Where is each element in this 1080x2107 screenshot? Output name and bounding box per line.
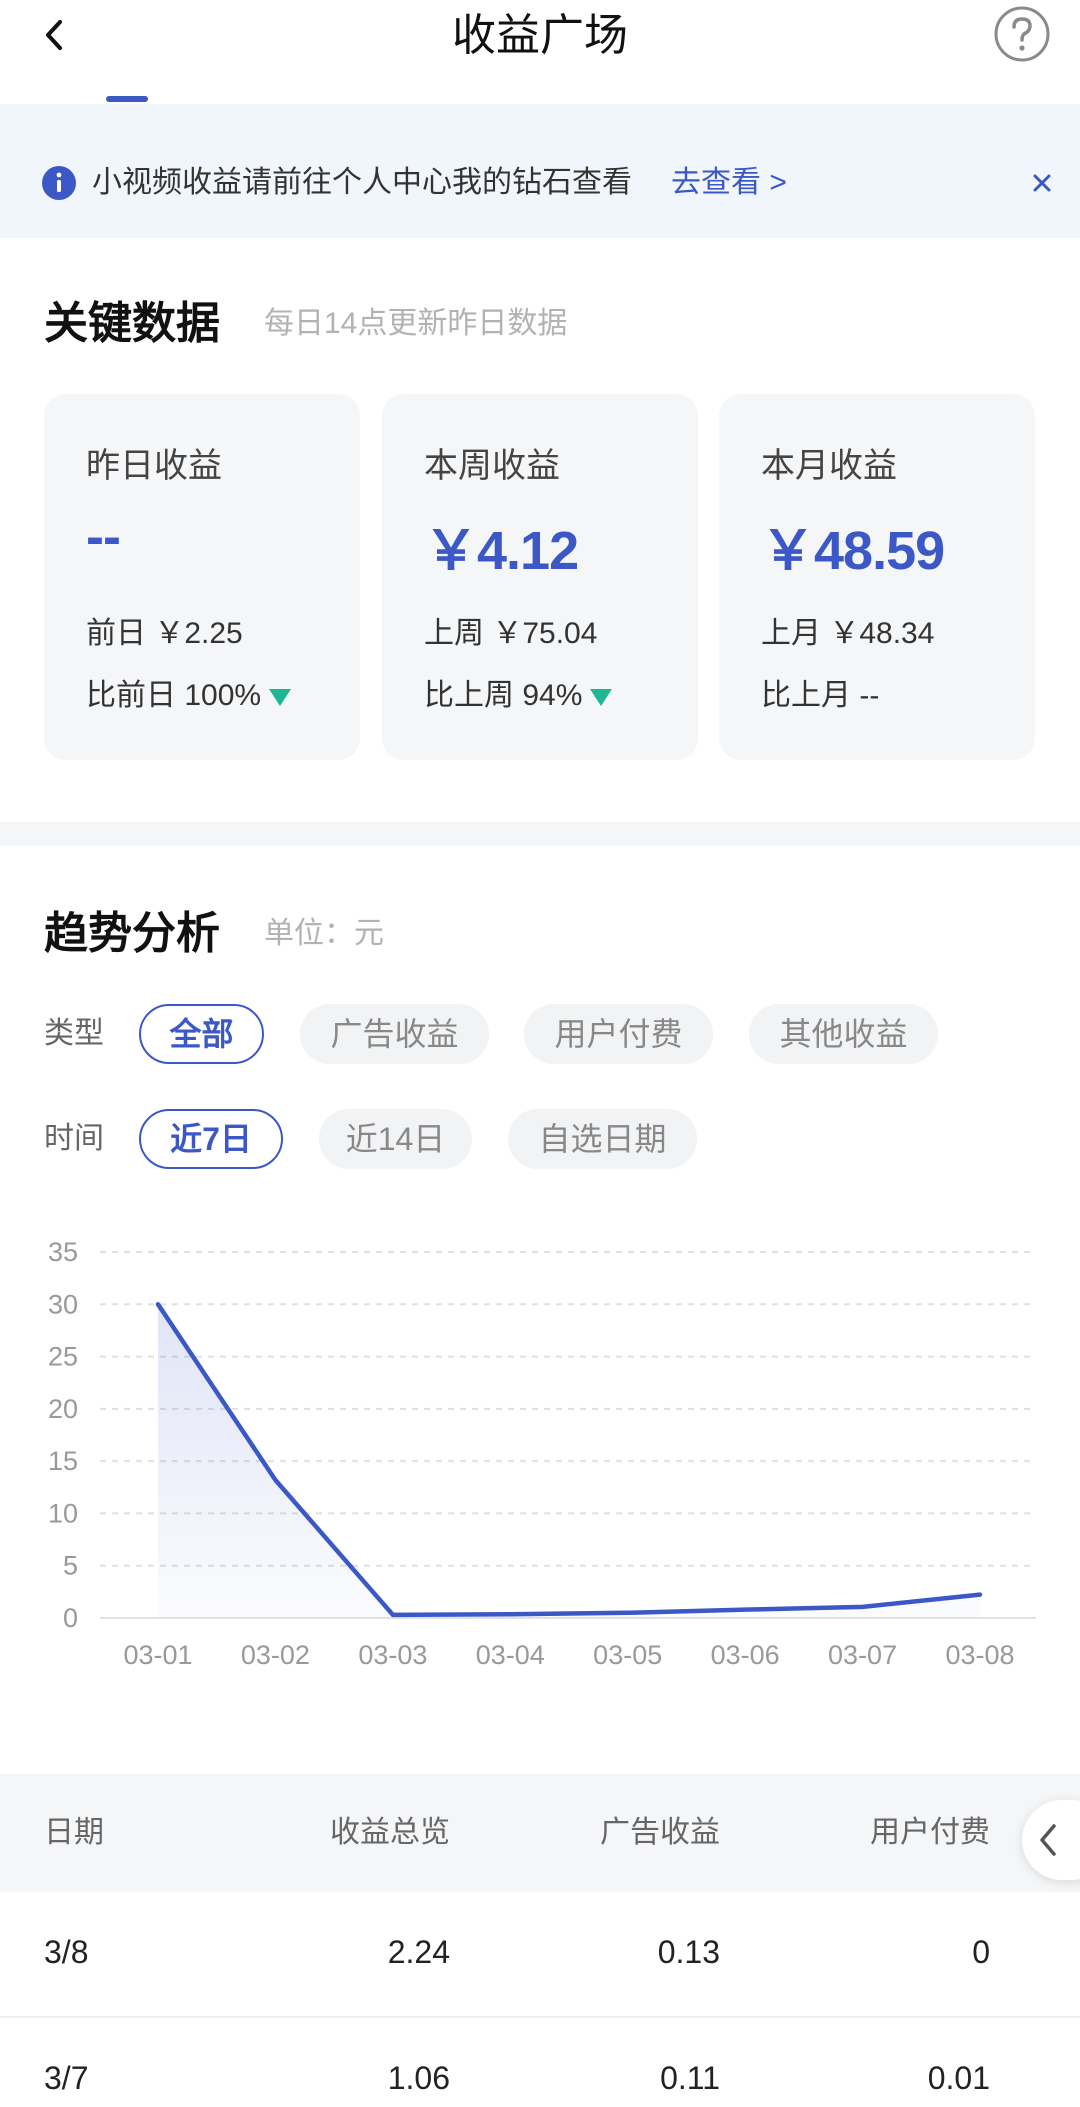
y-tick-label: 15: [48, 1446, 78, 1476]
x-tick-label: 03-02: [241, 1640, 310, 1670]
page-title: 收益广场: [452, 11, 628, 60]
chip-time-7d[interactable]: 近7日: [139, 1109, 283, 1169]
x-tick-label: 03-08: [945, 1640, 1014, 1670]
cell-user-pay: 0: [972, 1934, 990, 1970]
notice-text: 小视频收益请前往个人中心我的钻石查看: [92, 166, 632, 199]
chip-type-other[interactable]: 其他收益: [749, 1004, 938, 1064]
close-icon[interactable]: [1031, 172, 1053, 194]
y-tick-label: 0: [63, 1603, 78, 1633]
y-tick-label: 10: [48, 1498, 78, 1528]
y-tick-label: 35: [48, 1237, 78, 1267]
card-label: 本月收益: [761, 447, 897, 485]
card-label: 本周收益: [424, 447, 560, 485]
card-label: 昨日收益: [86, 447, 222, 485]
card-yesterday[interactable]: 昨日收益 -- 前日 ￥2.25 比前日 100%: [44, 394, 360, 760]
tab-indicator: [106, 96, 148, 102]
col-header-user-pay: 用户付费: [870, 1816, 990, 1849]
y-tick-label: 20: [48, 1394, 78, 1424]
card-value: ￥4.12: [424, 521, 579, 581]
card-value: --: [86, 507, 121, 567]
card-month[interactable]: 本月收益 ￥48.59 上月 ￥48.34 比上月 --: [719, 394, 1035, 760]
x-tick-label: 03-03: [358, 1640, 427, 1670]
trend-line-chart[interactable]: 0 5 10 15 20 25 30 35 03-01 03-02 03-03 03-04 03-05 0…: [0, 1220, 1080, 1680]
cell-total: 2.24: [387, 1934, 450, 1970]
key-data-title: 关键数据: [44, 299, 220, 348]
chip-type-user-pay[interactable]: 用户付费: [524, 1004, 713, 1064]
card-compare: 比前日 100%: [86, 670, 292, 714]
compare-value: 94%: [522, 679, 583, 712]
y-tick-label: 30: [48, 1289, 78, 1319]
x-tick-label: 03-07: [828, 1640, 897, 1670]
card-prev: 上月 ￥48.34: [761, 617, 935, 650]
card-week[interactable]: 本周收益 ￥4.12 上周 ￥75.04 比上周 94%: [382, 394, 698, 760]
y-tick-label: 5: [63, 1551, 78, 1581]
x-tick-label: 03-04: [476, 1640, 545, 1670]
col-header-date: 日期: [44, 1816, 104, 1849]
col-header-total: 收益总览: [330, 1816, 450, 1849]
col-header-ad: 广告收益: [600, 1816, 720, 1849]
compare-label: 比上周: [424, 679, 514, 712]
y-tick-label: 25: [48, 1342, 78, 1372]
card-prev: 前日 ￥2.25: [86, 617, 243, 650]
help-icon[interactable]: [993, 5, 1051, 63]
key-data-subtitle: 每日14点更新昨日数据: [264, 307, 568, 340]
compare-value: --: [859, 679, 880, 712]
row-divider: [0, 2016, 1080, 2018]
info-icon: [42, 166, 76, 200]
type-label: 类型: [44, 1017, 104, 1050]
card-value: ￥48.59: [761, 521, 945, 581]
chip-time-custom[interactable]: 自选日期: [508, 1109, 697, 1169]
x-tick-label: 03-06: [711, 1640, 780, 1670]
section-divider: [0, 822, 1080, 846]
trend-title: 趋势分析: [44, 909, 220, 958]
chip-type-ad[interactable]: 广告收益: [300, 1004, 489, 1064]
compare-label: 比上月: [761, 679, 851, 712]
scroll-left-button[interactable]: [1022, 1800, 1080, 1880]
down-triangle-icon: [269, 688, 292, 706]
chip-type-all[interactable]: 全部: [139, 1004, 264, 1064]
trend-unit: 单位：元: [264, 917, 384, 950]
compare-label: 比前日: [86, 679, 176, 712]
time-label: 时间: [44, 1122, 104, 1155]
down-triangle-icon: [590, 688, 613, 706]
cell-ad: 0.13: [657, 1934, 720, 1970]
card-compare: 比上月 --: [761, 670, 879, 714]
cell-date: 3/7: [44, 2060, 89, 2096]
cell-user-pay: 0.01: [927, 2060, 990, 2096]
card-compare: 比上周 94%: [424, 670, 613, 714]
notice-view-link[interactable]: 去查看 >: [671, 162, 787, 204]
cell-date: 3/8: [44, 1934, 89, 1970]
cell-ad: 0.11: [660, 2060, 720, 2096]
chip-time-14d[interactable]: 近14日: [319, 1109, 472, 1169]
x-tick-label: 03-05: [593, 1640, 662, 1670]
compare-value: 100%: [184, 679, 262, 712]
x-tick-label: 03-01: [123, 1640, 192, 1670]
card-prev: 上周 ￥75.04: [424, 617, 598, 650]
cell-total: 1.06: [387, 2060, 450, 2096]
